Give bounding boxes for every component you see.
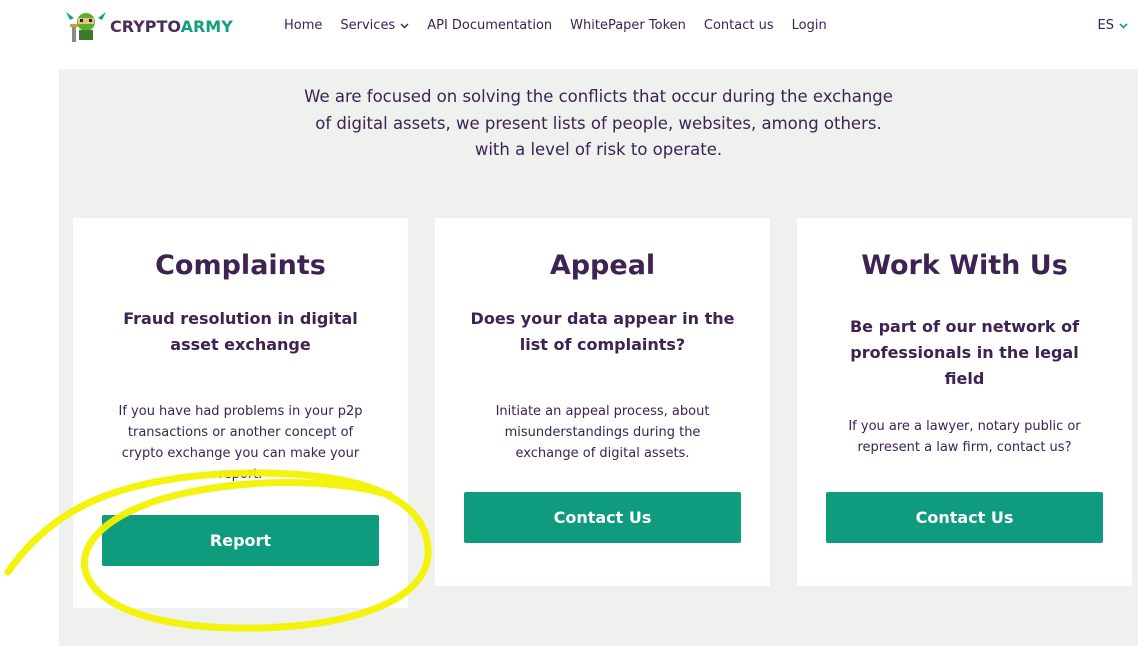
card-subtitle-line: professionals in the legal (850, 343, 1079, 362)
card-subtitle: Fraud resolution in digital asset exchan… (73, 306, 408, 358)
nav-services[interactable]: Services (340, 18, 409, 33)
card-description: Initiate an appeal process, about misund… (435, 401, 770, 464)
logo-text-army: ARMY (180, 16, 233, 36)
card-title: Appeal (549, 250, 656, 281)
card-description-line: transactions or another concept of (127, 425, 354, 440)
nav-home[interactable]: Home (284, 18, 322, 33)
appeal-contact-button[interactable]: Contact Us (464, 492, 741, 543)
card-description-line: If you have had problems in your p2p (118, 404, 363, 419)
card-description: If you are a lawyer, notary public or re… (797, 416, 1132, 458)
intro-line: with a level of risk to operate. (474, 140, 723, 159)
warrior-logo-icon (66, 12, 106, 42)
card-subtitle-line: list of complaints? (519, 335, 686, 354)
main-nav: Home Services API Documentation WhitePap… (284, 18, 845, 33)
card-description-line: exchange of digital assets. (515, 446, 690, 461)
nav-contact-label: Contact us (703, 18, 774, 33)
card-description-line: represent a law firm, contact us? (857, 440, 1072, 455)
card-subtitle: Does your data appear in the list of com… (435, 306, 770, 358)
intro-line: of digital assets, we present lists of p… (315, 113, 882, 133)
card-subtitle-line: Be part of our network of (849, 317, 1080, 336)
language-label: ES (1097, 18, 1114, 33)
intro-text: We are focused on solving the conflicts … (59, 84, 1138, 164)
card-description: If you have had problems in your p2p tra… (73, 401, 408, 485)
card-description-line: crypto exchange you can make your (121, 446, 360, 461)
nav-whitepaper-label: WhitePaper Token (570, 18, 686, 33)
card-subtitle: Be part of our network of professionals … (797, 314, 1132, 392)
nav-services-label: Services (340, 18, 396, 33)
intro-line: We are focused on solving the conflicts … (304, 87, 893, 106)
card-subtitle-line: field (944, 369, 985, 388)
card-description-line: report. (218, 467, 263, 482)
site-logo[interactable]: CRYPTOARMY (64, 8, 233, 44)
complaints-card: Complaints Fraud resolution in digital a… (73, 218, 408, 608)
nav-contact-us[interactable]: Contact us (704, 18, 774, 33)
nav-api-documentation[interactable]: API Documentation (427, 18, 552, 33)
card-description-line: If you are a lawyer, notary public or (848, 419, 1081, 434)
language-selector[interactable]: ES (1098, 18, 1128, 33)
card-description-line: misunderstandings during the (504, 425, 701, 440)
nav-whitepaper-token[interactable]: WhitePaper Token (570, 18, 686, 33)
card-subtitle-line: Does your data appear in the (470, 309, 735, 328)
nav-home-label: Home (284, 18, 323, 33)
logo-wordmark: CRYPTOARMY (110, 17, 233, 36)
card-title: Complaints (155, 250, 326, 281)
chevron-down-icon (1119, 22, 1128, 29)
chevron-down-icon (400, 23, 409, 28)
card-description-line: Initiate an appeal process, about (495, 404, 710, 419)
top-nav-bar: CRYPTOARMY Home Services API Documentati… (0, 0, 1138, 56)
work-with-us-card: Work With Us Be part of our network of p… (797, 218, 1132, 586)
work-contact-button[interactable]: Contact Us (826, 492, 1103, 543)
logo-text-crypto: CRYPTO (110, 16, 181, 36)
nav-login[interactable]: Login (792, 18, 827, 33)
services-section: We are focused on solving the conflicts … (59, 69, 1138, 646)
card-title: Work With Us (861, 250, 1068, 281)
appeal-card: Appeal Does your data appear in the list… (435, 218, 770, 586)
nav-login-label: Login (791, 18, 827, 33)
card-subtitle-line: asset exchange (170, 335, 311, 354)
report-button[interactable]: Report (102, 515, 379, 566)
nav-api-label: API Documentation (427, 18, 553, 33)
card-subtitle-line: Fraud resolution in digital (123, 309, 358, 328)
